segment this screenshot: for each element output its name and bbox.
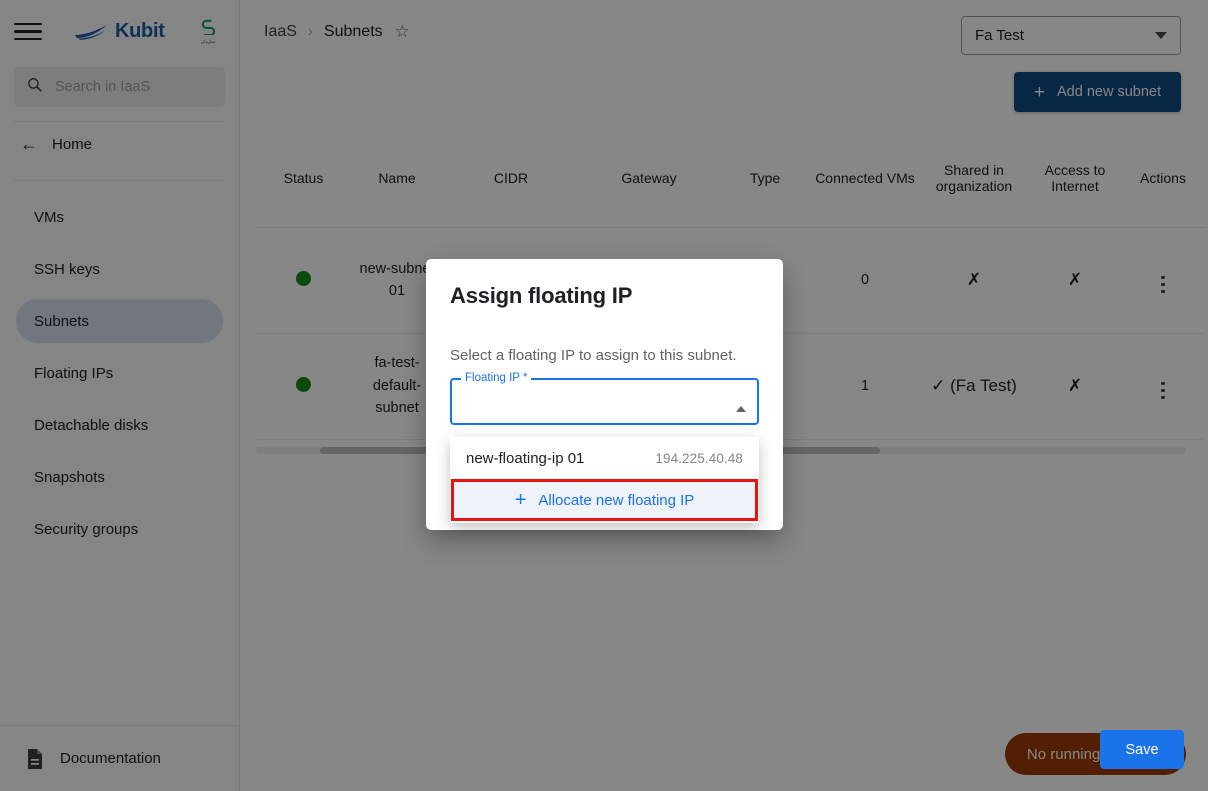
floating-ip-option-address: 194.225.40.48 [655,450,743,466]
floating-ip-option-name: new-floating-ip 01 [466,449,585,467]
floating-ip-field-label: Floating IP * [461,372,532,384]
allocate-new-floating-ip-label: Allocate new floating IP [538,491,695,509]
save-button[interactable]: Save [1100,730,1184,769]
floating-ip-options-panel: new-floating-ip 01 194.225.40.48 + Alloc… [450,437,759,523]
floating-ip-option[interactable]: new-floating-ip 01 194.225.40.48 [450,437,759,479]
dialog-description: Select a floating IP to assign to this s… [450,347,737,364]
allocate-new-floating-ip-button[interactable]: + Allocate new floating IP [454,482,755,518]
floating-ip-select[interactable]: Floating IP * [450,372,759,425]
screen-root: Kubit سازمان Search in IaaS ← Home VMs S… [0,0,1208,791]
dialog-title: Assign floating IP [450,283,633,308]
plus-icon: + [514,489,527,511]
chevron-up-icon[interactable] [736,406,746,412]
allocate-highlight-box: + Allocate new floating IP [451,479,758,521]
